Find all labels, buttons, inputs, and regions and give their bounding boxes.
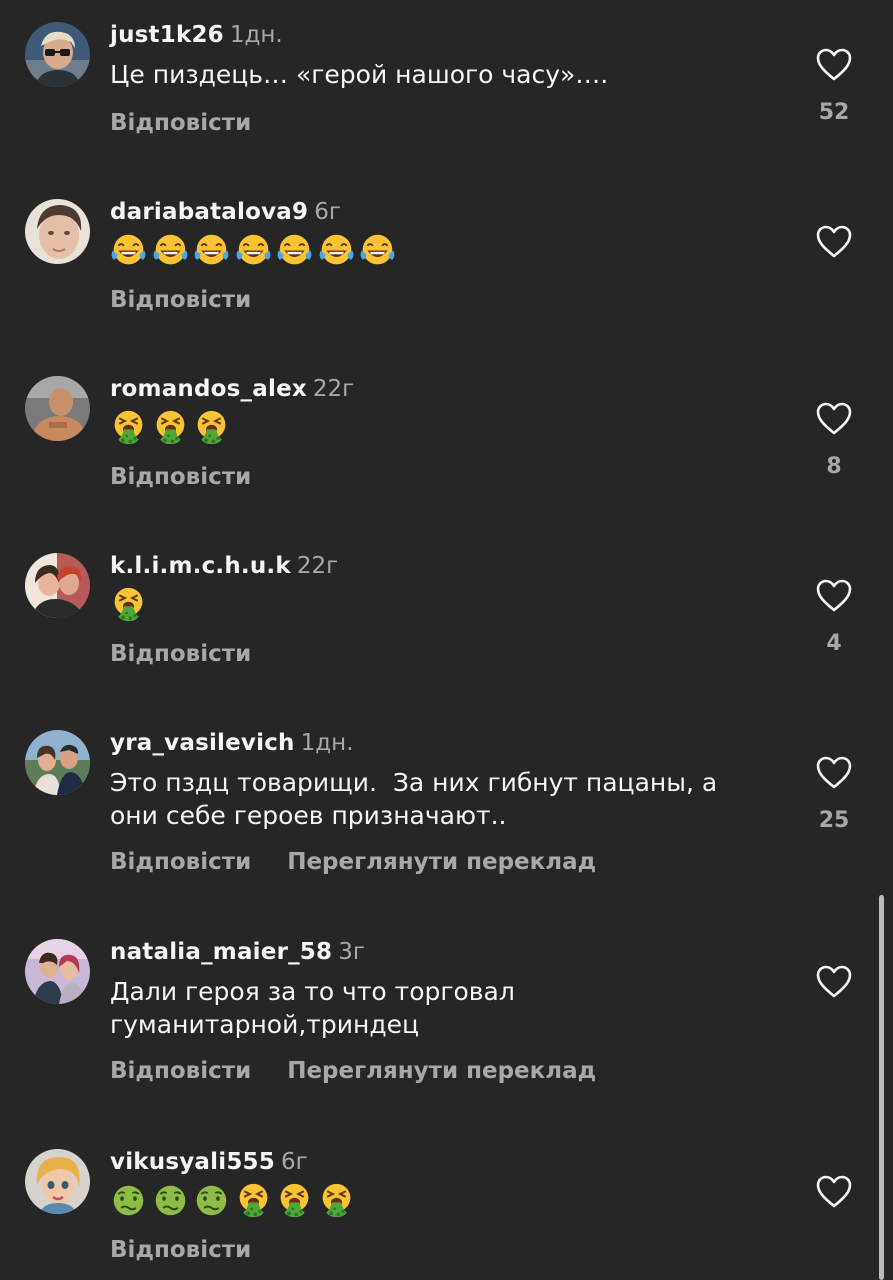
username[interactable]: romandos_alex (110, 376, 307, 402)
comment-header: romandos_alex 22г (110, 374, 354, 404)
comment-header: dariabatalova9 6г (110, 197, 341, 227)
comment-actions: Відповісти (110, 639, 287, 669)
like-count: 52 (818, 100, 850, 125)
comment-actions: Відповісти (110, 285, 287, 315)
comment-text: Дали героя за то что торговал гуманитарн… (110, 977, 523, 1039)
like-count: 25 (818, 808, 850, 833)
vomit-emoji-icon (110, 586, 147, 623)
reply-button[interactable]: Відповісти (110, 1058, 251, 1084)
comment-text (110, 409, 235, 449)
username[interactable]: vikusyali555 (110, 1149, 275, 1175)
laugh-emoji-icon (193, 232, 230, 269)
heart-icon[interactable] (815, 1175, 853, 1209)
heart-icon[interactable] (815, 225, 853, 259)
comment-time: 1дн. (229, 22, 283, 48)
comment-header: just1k26 1дн. (110, 20, 283, 50)
comment-text (110, 1182, 359, 1222)
comment-header: vikusyali555 6г (110, 1147, 308, 1177)
comment-actions: Відповісти (110, 108, 287, 138)
comment-actions: Відповісти (110, 1235, 287, 1265)
reply-button[interactable]: Відповісти (110, 287, 251, 313)
comment-actions: Відповісти Переглянути переклад (110, 847, 632, 877)
reply-button[interactable]: Відповісти (110, 464, 251, 490)
comment-actions: Відповісти (110, 462, 287, 492)
comment-text (110, 232, 401, 272)
vomit-emoji-icon (235, 1182, 272, 1219)
username[interactable]: just1k26 (110, 22, 224, 48)
heart-icon[interactable] (815, 402, 853, 436)
laugh-emoji-icon (276, 232, 313, 269)
comment-text (110, 586, 152, 626)
comment-time: 6г (280, 1149, 308, 1175)
reply-button[interactable]: Відповісти (110, 110, 251, 136)
comments-list: just1k26 1дн. Це пиздець… «герой нашого ч… (0, 0, 893, 1280)
laugh-emoji-icon (110, 232, 147, 269)
laugh-emoji-icon (318, 232, 355, 269)
see-translation-button[interactable]: Переглянути переклад (287, 849, 596, 875)
comment-header: yra_vasilevich 1дн. (110, 728, 354, 758)
nausea-emoji-icon (152, 1182, 189, 1219)
comment-time: 3г (338, 939, 365, 965)
vomit-emoji-icon (276, 1182, 313, 1219)
reply-button[interactable]: Відповісти (110, 849, 251, 875)
username[interactable]: k.l.i.m.c.h.u.k (110, 553, 291, 579)
nausea-emoji-icon (110, 1182, 147, 1219)
comment-time: 6г (314, 199, 341, 225)
comment-text: Це пиздець… «герой нашого часу»…. (110, 60, 609, 89)
laugh-emoji-icon (235, 232, 272, 269)
username[interactable]: dariabatalova9 (110, 199, 308, 225)
vomit-emoji-icon (193, 409, 230, 446)
comment-header: k.l.i.m.c.h.u.k 22г (110, 551, 338, 581)
like-count: 8 (826, 454, 842, 479)
username[interactable]: yra_vasilevich (110, 730, 295, 756)
reply-button[interactable]: Відповісти (110, 641, 251, 667)
comment-text: Это пздц товарищи. За них гибнут пацаны,… (110, 768, 726, 830)
avatar[interactable] (25, 199, 90, 264)
comment-time: 22г (312, 376, 355, 402)
comment-actions: Відповісти Переглянути переклад (110, 1056, 632, 1086)
heart-icon[interactable] (815, 965, 853, 999)
avatar[interactable] (25, 939, 90, 1004)
heart-icon[interactable] (815, 579, 853, 613)
vomit-emoji-icon (318, 1182, 355, 1219)
nausea-emoji-icon (193, 1182, 230, 1219)
reply-button[interactable]: Відповісти (110, 1237, 251, 1263)
avatar[interactable] (25, 553, 90, 618)
avatar[interactable] (25, 1149, 90, 1214)
avatar[interactable] (25, 22, 90, 87)
see-translation-button[interactable]: Переглянути переклад (287, 1058, 596, 1084)
scrollbar[interactable] (879, 895, 884, 1280)
comment-time: 22г (296, 553, 339, 579)
laugh-emoji-icon (152, 232, 189, 269)
laugh-emoji-icon (359, 232, 396, 269)
vomit-emoji-icon (152, 409, 189, 446)
heart-icon[interactable] (815, 756, 853, 790)
avatar[interactable] (25, 376, 90, 441)
avatar[interactable] (25, 730, 90, 795)
heart-icon[interactable] (815, 48, 853, 82)
comment-header: natalia_maier_58 3г (110, 937, 365, 967)
vomit-emoji-icon (110, 409, 147, 446)
like-count: 4 (826, 631, 842, 656)
comment-time: 1дн. (300, 730, 354, 756)
username[interactable]: natalia_maier_58 (110, 939, 332, 965)
